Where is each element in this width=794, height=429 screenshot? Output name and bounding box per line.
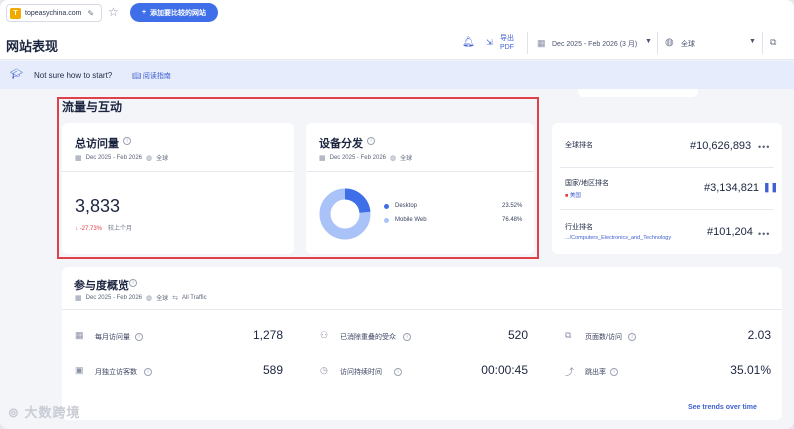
- global-rank-value: #10,626,893: [690, 140, 752, 152]
- clock-icon: ◷: [320, 365, 328, 375]
- highlight-box: [57, 97, 539, 259]
- bar-chart-icon[interactable]: ❚❚: [763, 182, 778, 193]
- traffic-icon: ⇆: [172, 294, 178, 302]
- metric-value: 2.03: [747, 328, 771, 342]
- compare-icon[interactable]: ⧉: [770, 37, 776, 48]
- industry-rank-label: 行业排名: [565, 224, 593, 231]
- metric-label: 跳出率: [585, 369, 606, 376]
- metric-value: 589: [262, 363, 283, 377]
- divider: [527, 32, 528, 54]
- top-bar: T topeasychina.com ✎ ☆ + 添加要比较的网站: [0, 0, 794, 26]
- info-icon[interactable]: i: [129, 279, 137, 287]
- page-header: 网站表现 🔔︎ ⇲ 导出 PDF ▦ Dec 2025 - Feb 2026 (…: [0, 26, 794, 60]
- divider: [62, 309, 782, 310]
- chevron-down-icon[interactable]: ▼: [645, 38, 652, 45]
- metric-value: 00:00:45: [481, 363, 528, 377]
- export-label-line2: PDF: [500, 44, 514, 51]
- divider: [657, 32, 658, 54]
- export-icon[interactable]: ⇲: [486, 38, 493, 47]
- users-icon: ⚇: [320, 330, 329, 340]
- globe-icon: ◍: [146, 294, 153, 302]
- more-icon[interactable]: •••: [758, 229, 770, 239]
- app-window: T topeasychina.com ✎ ☆ + 添加要比较的网站 网站表现 🔔…: [0, 0, 794, 429]
- card-meta: ▦ Dec 2025 - Feb 2026 ◍ 全球 ⇆ All Traffic: [75, 293, 207, 303]
- divider: [560, 167, 774, 168]
- site-favicon-icon: T: [10, 7, 21, 19]
- country-name: 美国: [569, 193, 581, 199]
- industry-link[interactable]: .../Computers_Electronics_and_Technology: [565, 235, 671, 241]
- site-chip[interactable]: T topeasychina.com ✎: [6, 4, 102, 22]
- metric-label: 每月访问量: [95, 334, 130, 341]
- chevron-down-icon[interactable]: ▼: [749, 38, 756, 45]
- metric-value: 520: [507, 328, 528, 342]
- more-icon[interactable]: •••: [758, 142, 770, 152]
- info-icon[interactable]: i: [135, 333, 143, 341]
- bell-icon[interactable]: 🔔︎: [462, 37, 475, 48]
- global-rank-label: 全球排名: [565, 142, 593, 149]
- divider: [762, 32, 763, 54]
- page-title: 网站表现: [6, 39, 59, 54]
- pencil-icon[interactable]: ✎: [87, 9, 94, 18]
- info-icon[interactable]: i: [403, 333, 411, 341]
- visitor-icon: ▣: [75, 365, 84, 375]
- metric-label: 已消除重叠的受众: [340, 334, 396, 341]
- bounce-icon: ⤴: [565, 367, 575, 377]
- onboarding-banner: 🎓︎ Not sure how to start? 📖︎ 阅读指南: [0, 61, 794, 89]
- add-compare-site-button[interactable]: + 添加要比较的网站: [130, 3, 218, 22]
- divider: [560, 209, 774, 210]
- calendar-icon: ▦: [75, 294, 82, 302]
- graduation-cap-icon: 🎓︎: [10, 69, 23, 80]
- metric-label: 页面数/访问: [585, 334, 622, 341]
- tab-ghost: [578, 89, 698, 97]
- industry-rank-value: #101,204: [707, 226, 753, 238]
- engagement-card: 参与度概览 i ▦ Dec 2025 - Feb 2026 ◍ 全球 ⇆ All…: [62, 267, 782, 420]
- banner-text: Not sure how to start?: [34, 71, 113, 80]
- info-icon[interactable]: i: [394, 368, 402, 376]
- see-trends-link[interactable]: See trends over time: [688, 404, 757, 411]
- card-traffic: All Traffic: [182, 294, 207, 301]
- plus-icon: +: [141, 9, 147, 16]
- calendar-icon: ▦: [537, 38, 546, 48]
- flag-icon: ■: [565, 193, 569, 199]
- country-rank-label: 国家/地区排名: [565, 180, 609, 187]
- metric-label: 访问持续时间: [340, 369, 382, 376]
- metric-value: 1,278: [252, 328, 283, 342]
- add-compare-label: 添加要比较的网站: [150, 9, 207, 17]
- globe-icon: ◍: [665, 37, 674, 48]
- card-date: Dec 2025 - Feb 2026: [85, 294, 142, 301]
- read-guide-label: 阅读指南: [142, 73, 171, 80]
- info-icon[interactable]: i: [144, 368, 152, 376]
- country-rank-value: #3,134,821: [704, 182, 760, 194]
- read-guide-link[interactable]: 📖︎ 阅读指南: [132, 71, 171, 81]
- card-region: 全球: [156, 296, 169, 302]
- metric-value: 35.01%: [730, 363, 771, 377]
- pages-icon: ⧉: [565, 330, 572, 340]
- card-title: 参与度概览: [74, 280, 129, 292]
- info-icon[interactable]: i: [628, 333, 636, 341]
- info-icon[interactable]: i: [610, 368, 618, 376]
- metric-label: 月独立访客数: [95, 369, 137, 376]
- country-rank-sub: ■ 美国: [565, 191, 581, 199]
- export-pdf-button[interactable]: 导出 PDF: [500, 34, 514, 52]
- date-range-select[interactable]: Dec 2025 - Feb 2026 (3 月): [552, 39, 637, 49]
- calendar-icon: ▦: [75, 330, 84, 340]
- star-icon[interactable]: ☆: [108, 5, 119, 19]
- export-label-line1: 导出: [500, 35, 514, 42]
- region-select[interactable]: 全球: [681, 39, 695, 49]
- watermark: ⊚ 大数跨境: [8, 405, 81, 420]
- site-domain: topeasychina.com: [25, 9, 82, 17]
- watermark-text: 大数跨境: [24, 405, 81, 420]
